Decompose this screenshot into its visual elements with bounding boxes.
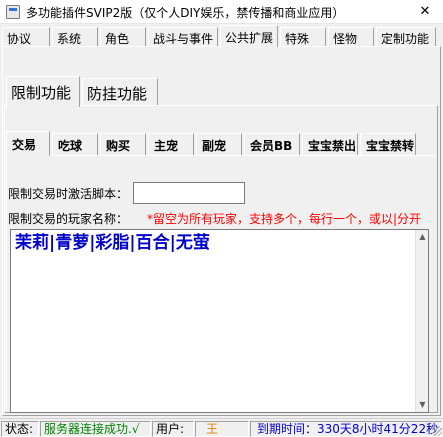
textarea-scrollbar[interactable]: ▲ ▼ bbox=[415, 230, 428, 412]
tab-trade[interactable]: 交易 bbox=[6, 131, 50, 156]
tab-role[interactable]: 角色 bbox=[100, 27, 146, 46]
tab-protocol[interactable]: 协议 bbox=[2, 27, 50, 46]
tab-sub-pet[interactable]: 副宠 bbox=[196, 133, 242, 155]
players-hint: *留空为所有玩家，支持多个，每行一个，或以|分开 bbox=[147, 212, 422, 226]
tab-public-extension[interactable]: 公共扩展 bbox=[220, 25, 278, 47]
expire-cell: 到期时间：330天8小时41分22秒 bbox=[250, 421, 442, 437]
tab-custom[interactable]: 定制功能 bbox=[376, 27, 436, 46]
players-label: 限制交易的玩家名称： bbox=[8, 212, 129, 226]
close-icon[interactable]: ✕ bbox=[411, 2, 439, 22]
tab-anti-cheat[interactable]: 防挂功能 bbox=[82, 78, 158, 106]
scroll-down-icon[interactable]: ▼ bbox=[416, 398, 429, 412]
script-input[interactable] bbox=[133, 182, 245, 204]
players-textarea[interactable] bbox=[10, 229, 429, 413]
expire-text: 到期时间：330天8小时41分22秒 bbox=[257, 422, 439, 436]
window-title: 多功能插件SVIP2版（仅个人DIY娱乐，禁传播和商业应用） bbox=[26, 6, 345, 20]
resize-grip-icon[interactable] bbox=[432, 426, 442, 436]
script-label: 限制交易时激活脚本： bbox=[8, 187, 129, 201]
user-label: 用户: bbox=[156, 422, 185, 436]
tab-restriction[interactable]: 限制功能 bbox=[6, 76, 80, 107]
user-name-cell: 王 bbox=[195, 421, 249, 437]
status-bar: 状态: 服务器连接成功.√ 用户: 王 到期时间：330天8小时41分22秒 bbox=[0, 418, 443, 437]
tab-system[interactable]: 系统 bbox=[52, 27, 98, 46]
tab-special[interactable]: 特殊 bbox=[280, 27, 326, 46]
app-icon bbox=[6, 5, 20, 19]
status-label-cell: 状态: bbox=[1, 421, 39, 437]
user-name: 王 bbox=[206, 422, 219, 436]
tab-pet-no-transfer[interactable]: 宝宝禁转 bbox=[360, 133, 416, 155]
status-label: 状态: bbox=[5, 422, 34, 436]
third-tab-bar: 交易 吃球 购买 主宠 副宠 会员BB 宝宝禁出 宝宝禁转 bbox=[6, 131, 436, 156]
tab-pet-no-out[interactable]: 宝宝禁出 bbox=[302, 133, 358, 155]
tab-monster[interactable]: 怪物 bbox=[328, 27, 374, 46]
top-tab-bar: 协议 系统 角色 战斗与事件 公共扩展 特殊 怪物 定制功能 bbox=[0, 25, 443, 47]
tab-eat-ball[interactable]: 吃球 bbox=[52, 133, 98, 155]
status-text-cell: 服务器连接成功.√ bbox=[40, 421, 151, 437]
status-text: 服务器连接成功.√ bbox=[44, 422, 140, 436]
scroll-up-icon[interactable]: ▲ bbox=[416, 230, 429, 244]
user-label-cell: 用户: bbox=[152, 421, 194, 437]
tab-battle-events[interactable]: 战斗与事件 bbox=[148, 27, 218, 46]
title-bar: 多功能插件SVIP2版（仅个人DIY娱乐，禁传播和商业应用） ✕ bbox=[0, 0, 443, 24]
tab-buy[interactable]: 购买 bbox=[100, 133, 146, 155]
tab-vip-bb[interactable]: 会员BB bbox=[244, 133, 300, 155]
second-tab-bar: 限制功能 防挂功能 bbox=[4, 76, 434, 107]
tab-main-pet[interactable]: 主宠 bbox=[148, 133, 194, 155]
